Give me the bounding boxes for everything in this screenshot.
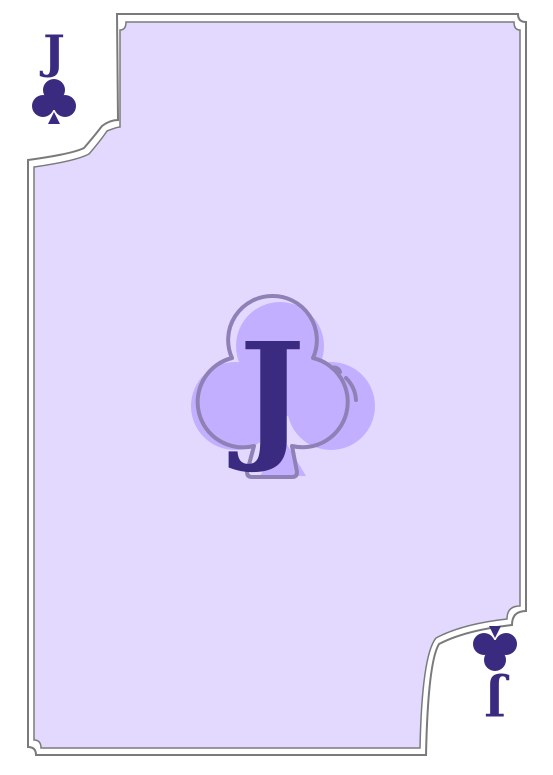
center-rank: J [228, 313, 305, 477]
club-icon [473, 626, 517, 671]
corner-rank-top-left: J [39, 25, 65, 79]
corner-rank-bottom-right: J [484, 672, 510, 726]
corner-index-bottom-right: J [473, 626, 517, 726]
corner-index-top-left: J [32, 25, 76, 124]
club-icon [32, 79, 76, 124]
playing-card[interactable]: J J J [0, 0, 553, 775]
